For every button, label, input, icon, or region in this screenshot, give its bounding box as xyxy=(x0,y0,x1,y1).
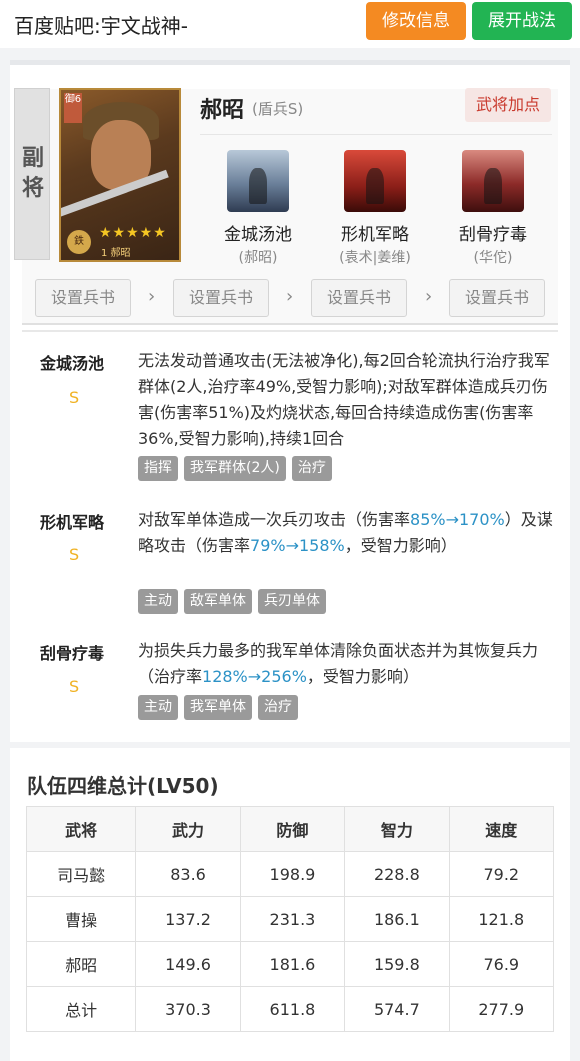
table-cell: 198.9 xyxy=(239,851,346,897)
skill-tag: 主动 xyxy=(138,695,178,720)
col-header: 武力 xyxy=(135,806,241,852)
table-cell: 137.2 xyxy=(135,896,241,942)
table-cell: 司马懿 xyxy=(25,851,137,897)
col-header: 防御 xyxy=(239,806,346,852)
skill-detail-desc: 对敌军单体造成一次兵刃攻击（伤害率85%→170%）及谋略攻击（伤害率79%→1… xyxy=(138,507,556,559)
skill-tag: 我军单体 xyxy=(184,695,252,720)
general-portrait[interactable]: 御6 鉄 ★★★★★ 1 郝昭 xyxy=(59,88,181,262)
skill-source-3: (华佗) xyxy=(473,250,513,266)
skill-name-2: 形机军略 xyxy=(341,225,409,245)
skill-icon-guagu[interactable] xyxy=(462,150,524,212)
name-separator xyxy=(200,134,552,135)
table-cell: 181.6 xyxy=(239,941,346,987)
col-header: 速度 xyxy=(448,806,555,852)
skill-name-3: 刮骨疗毒 xyxy=(459,225,527,245)
table-row: 曹操 137.2 231.3 186.1 121.8 xyxy=(25,896,555,942)
desc-text: 对敌军单体造成一次兵刃攻击（伤害率 xyxy=(138,510,411,529)
stats-title: 队伍四维总计(LV50) xyxy=(27,774,219,798)
skill-tag: 敌军单体 xyxy=(184,589,252,614)
role-label-box: 副将 xyxy=(14,88,50,260)
edit-info-button[interactable]: 修改信息 xyxy=(366,2,466,40)
chevron-right-icon: › xyxy=(286,286,294,307)
skill-tag: 指挥 xyxy=(138,456,178,481)
skill-tag: 治疗 xyxy=(291,456,332,481)
set-book-button-3[interactable]: 设置兵书 xyxy=(311,279,407,317)
table-cell: 79.2 xyxy=(448,851,555,897)
expand-skills-button[interactable]: 展开战法 xyxy=(472,2,572,40)
skill-icon-jincheng[interactable] xyxy=(227,150,289,212)
desc-text: ，受智力影响） xyxy=(344,536,457,555)
skill-tag: 治疗 xyxy=(258,695,298,720)
table-cell: 611.8 xyxy=(239,986,346,1032)
table-cell: 277.9 xyxy=(448,986,555,1032)
table-cell: 76.9 xyxy=(448,941,555,987)
table-cell: 186.1 xyxy=(344,896,450,942)
skill-grade: S xyxy=(69,388,80,407)
table-row: 司马懿 83.6 198.9 228.8 79.2 xyxy=(25,851,555,897)
portrait-level: 1 郝昭 xyxy=(101,248,131,259)
set-book-button-1[interactable]: 设置兵书 xyxy=(35,279,131,317)
role-label: 副将 xyxy=(21,146,44,201)
damage-rate-highlight: 85%→170% xyxy=(410,510,505,529)
damage-rate-highlight: 79%→158% xyxy=(250,536,345,555)
page-title: 百度贴吧:宇文战神- xyxy=(14,14,188,38)
skill-detail-desc: 为损失兵力最多的我军单体清除负面状态并为其恢复兵力（治疗率128%→256%，受… xyxy=(138,638,556,690)
stats-card: 队伍四维总计(LV50) 武将 武力 防御 智力 速度 司马懿 83.6 198… xyxy=(10,748,570,1061)
portrait-stars: ★★★★★ xyxy=(99,225,167,241)
table-cell: 83.6 xyxy=(135,851,241,897)
skill-grade: S xyxy=(69,677,80,696)
table-row: 总计 370.3 611.8 574.7 277.9 xyxy=(25,986,555,1032)
set-book-button-4[interactable]: 设置兵书 xyxy=(449,279,545,317)
portrait-badge: 鉄 xyxy=(67,230,91,254)
col-header: 武将 xyxy=(25,806,137,852)
desc-text: ，受智力影响） xyxy=(306,667,419,686)
skill-name-1: 金城汤池 xyxy=(224,225,292,245)
table-cell: 郝昭 xyxy=(25,941,137,987)
skill-tag: 兵刃单体 xyxy=(258,589,326,614)
skill-detail-title: 金城汤池 xyxy=(40,354,105,373)
skill-tag: 我军群体(2人) xyxy=(184,456,286,481)
general-name: 郝昭 xyxy=(200,98,245,123)
skill-tags: 指挥 我军群体(2人) 治疗 xyxy=(138,456,332,481)
chevron-right-icon: › xyxy=(425,286,433,307)
table-cell: 370.3 xyxy=(135,986,241,1032)
table-cell: 总计 xyxy=(25,986,137,1032)
skill-tags: 主动 敌军单体 兵刃单体 xyxy=(138,589,326,614)
table-cell: 231.3 xyxy=(239,896,346,942)
skill-tags: 主动 我军单体 治疗 xyxy=(138,695,298,720)
heal-rate-highlight: 128%→256% xyxy=(202,667,307,686)
skill-detail-title: 形机军略 xyxy=(40,513,105,532)
table-cell: 228.8 xyxy=(344,851,450,897)
set-book-button-2[interactable]: 设置兵书 xyxy=(173,279,269,317)
skill-detail-desc: 无法发动普通攻击(无法被净化),每2回合轮流执行治疗我军群体(2人,治疗率49%… xyxy=(138,351,550,448)
skill-grade: S xyxy=(69,545,80,564)
add-points-button[interactable]: 武将加点 xyxy=(465,88,551,122)
table-row: 郝昭 149.6 181.6 159.8 76.9 xyxy=(25,941,555,987)
table-header-row: 武将 武力 防御 智力 速度 xyxy=(25,806,555,852)
section-divider xyxy=(22,330,558,332)
top-bar: 百度贴吧:宇文战神- 修改信息 展开战法 xyxy=(0,0,580,48)
portrait-tag: 御6 xyxy=(64,93,82,123)
table-cell: 574.7 xyxy=(344,986,450,1032)
table-cell: 149.6 xyxy=(135,941,241,987)
table-cell: 159.8 xyxy=(344,941,450,987)
skill-icon-xingji[interactable] xyxy=(344,150,406,212)
skill-tag: 主动 xyxy=(138,589,178,614)
skill-source-2: (袁术|姜维) xyxy=(339,250,411,266)
skill-detail-title: 刮骨疗毒 xyxy=(40,644,105,663)
chevron-right-icon: › xyxy=(148,286,156,307)
col-header: 智力 xyxy=(344,806,450,852)
skill-source-1: (郝昭) xyxy=(238,250,278,266)
table-cell: 121.8 xyxy=(448,896,555,942)
stats-table: 武将 武力 防御 智力 速度 司马懿 83.6 198.9 228.8 79.2… xyxy=(25,806,555,1032)
general-troop-type: (盾兵S) xyxy=(252,100,304,118)
table-cell: 曹操 xyxy=(25,896,137,942)
